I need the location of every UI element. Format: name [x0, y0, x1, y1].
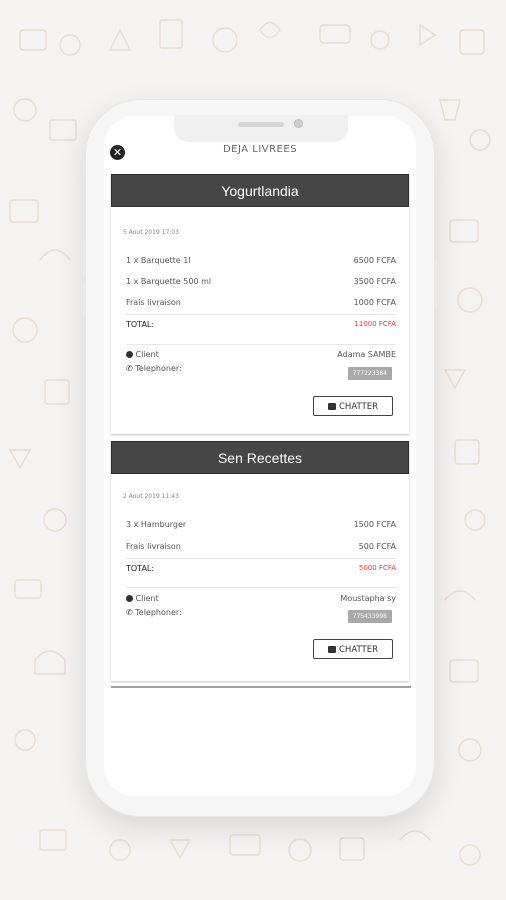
- order-total: TOTAL: 11000 FCFA: [126, 320, 396, 332]
- restaurant-name: Sen Recettes: [111, 441, 409, 474]
- divider: [126, 344, 396, 345]
- front-camera: [294, 119, 303, 128]
- phone-number[interactable]: 775433998: [347, 610, 392, 623]
- total-label: TOTAL:: [126, 320, 155, 329]
- item-label: Frais livraison: [126, 542, 181, 551]
- order-card: Sen Recettes 2 Aout 2019 11:43 3 x Hambu…: [111, 441, 409, 681]
- orders-list[interactable]: Yogurtlandia 5 Aout 2019 17:03 1 x Barqu…: [108, 170, 412, 770]
- restaurant-name: Yogurtlandia: [111, 174, 409, 207]
- power-button: [434, 260, 437, 308]
- phone-label: Telephoner:: [135, 608, 182, 617]
- order-item: Frais livraison 1000 FCFA: [126, 298, 396, 310]
- chat-label: CHATTER: [339, 402, 378, 412]
- volume-button: [83, 240, 86, 274]
- order-item: 1 x Barquette 1l 6500 FCFA: [126, 256, 396, 268]
- item-label: 1 x Barquette 1l: [126, 256, 191, 265]
- page-title: DEJA LIVREES: [222, 144, 298, 155]
- client-row: Client Adama SAMBE: [126, 350, 396, 362]
- phone-notch: [174, 115, 348, 142]
- item-price: 1000 FCFA: [353, 298, 396, 307]
- phone-number[interactable]: 777223384: [347, 367, 392, 380]
- item-label: 1 x Barquette 500 ml: [126, 277, 212, 286]
- chat-button[interactable]: CHATTER: [313, 639, 393, 659]
- client-name: Adama SAMBE: [337, 350, 396, 359]
- order-item: 3 x Hamburger 1500 FCFA: [126, 520, 396, 532]
- phone-icon: ✆: [126, 364, 133, 373]
- order-total: TOTAL: 5000 FCFA: [126, 564, 396, 576]
- order-item: Frais livraison 500 FCFA: [126, 542, 396, 554]
- volume-button: [83, 282, 86, 316]
- user-icon: [126, 351, 133, 358]
- order-date: 2 Aout 2019 11:43: [123, 493, 179, 500]
- total-label: TOTAL:: [126, 564, 155, 573]
- phone-icon: ✆: [126, 608, 133, 617]
- divider: [126, 314, 396, 315]
- chat-icon: [328, 646, 336, 653]
- speaker: [238, 122, 284, 127]
- chat-button[interactable]: CHATTER: [313, 396, 393, 416]
- total-value: 11000 FCFA: [354, 320, 396, 328]
- order-item: 1 x Barquette 500 ml 3500 FCFA: [126, 277, 396, 289]
- client-label: Client: [135, 350, 159, 359]
- client-label: Client: [135, 594, 159, 603]
- item-price: 1500 FCFA: [353, 520, 396, 529]
- item-label: 3 x Hamburger: [126, 520, 187, 529]
- order-card: Yogurtlandia 5 Aout 2019 17:03 1 x Barqu…: [111, 174, 409, 434]
- client-row: Client Moustapha sy: [126, 594, 396, 606]
- client-name: Moustapha sy: [340, 594, 396, 603]
- total-value: 5000 FCFA: [358, 564, 396, 572]
- item-price: 3500 FCFA: [353, 277, 396, 286]
- user-icon: [126, 595, 133, 602]
- item-price: 500 FCFA: [358, 542, 396, 551]
- divider: [126, 558, 396, 559]
- divider: [126, 587, 396, 588]
- list-end-divider: [111, 686, 411, 688]
- chat-icon: [328, 403, 336, 410]
- item-label: Frais livraison: [126, 298, 181, 307]
- item-price: 6500 FCFA: [353, 256, 396, 265]
- phone-label: Telephoner:: [135, 364, 182, 373]
- order-date: 5 Aout 2019 17:03: [123, 229, 179, 236]
- chat-label: CHATTER: [339, 645, 378, 655]
